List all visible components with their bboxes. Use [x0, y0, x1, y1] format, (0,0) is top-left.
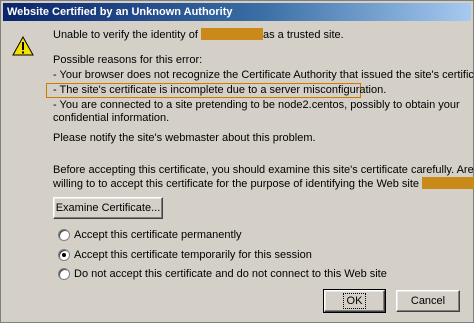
examine-certificate-button[interactable]: Examine Certificate... [53, 197, 163, 219]
radio-accept-temporarily[interactable] [58, 249, 70, 261]
label-accept-temporarily[interactable]: Accept this certificate temporarily for … [74, 249, 312, 262]
before-accepting-line2: willing to to accept this certificate fo… [53, 177, 474, 191]
cancel-button[interactable]: Cancel [396, 290, 460, 312]
reason-incomplete-cert: - The site's certificate is incomplete d… [53, 84, 387, 96]
redacted-website [422, 177, 474, 189]
before-accepting-line1: Before accepting this certificate, you s… [53, 164, 474, 176]
notify-webmaster-text: Please notify the site's webmaster about… [53, 132, 316, 144]
radio-do-not-accept[interactable] [58, 268, 70, 280]
redacted-site-name [200, 28, 263, 40]
ok-button[interactable]: OK [323, 289, 386, 313]
dialog-title: Website Certified by an Unknown Authorit… [3, 3, 471, 21]
reason-impersonation-cont: confidential information. [53, 112, 170, 124]
label-do-not-accept[interactable]: Do not accept this certificate and do no… [74, 268, 387, 281]
before-accepting-text: willing to to accept this certificate fo… [53, 178, 420, 190]
radio-accept-permanently[interactable] [58, 229, 70, 241]
radio-selected-dot [62, 253, 66, 257]
identity-prefix: Unable to verify the identity of [53, 29, 198, 41]
possible-reasons-heading: Possible reasons for this error: [53, 54, 203, 66]
reason-unknown-ca: - Your browser does not recognize the Ce… [53, 69, 474, 81]
reason-impersonation: - You are connected to a site pretending… [53, 99, 460, 111]
identity-line: Unable to verify the identity of as a tr… [53, 28, 344, 42]
label-accept-permanently[interactable]: Accept this certificate permanently [74, 229, 242, 242]
ok-button-label: OK [342, 293, 367, 309]
certificate-dialog: Website Certified by an Unknown Authorit… [0, 0, 474, 323]
identity-suffix: as a trusted site. [262, 29, 344, 41]
warning-triangle-icon [12, 36, 34, 56]
